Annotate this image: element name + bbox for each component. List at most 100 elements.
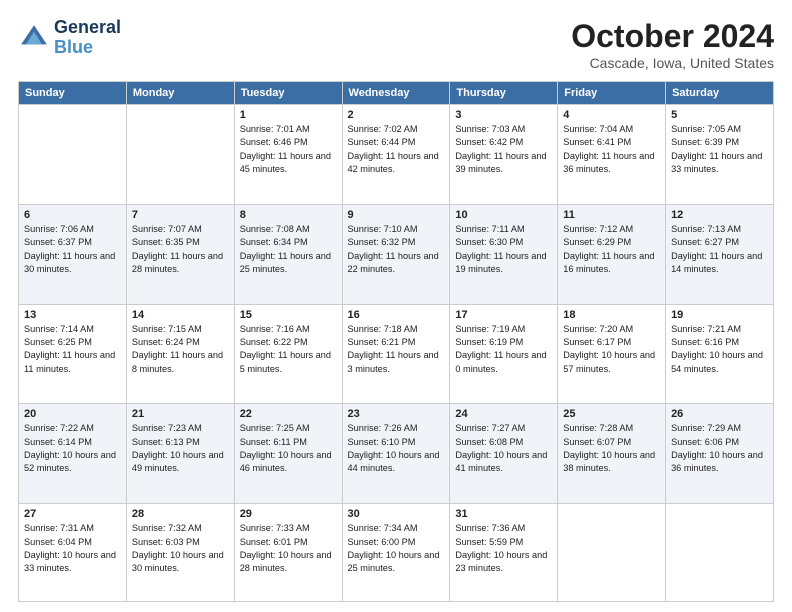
day-number: 21	[132, 408, 229, 420]
location: Cascade, Iowa, United States	[571, 55, 774, 71]
day-number: 4	[563, 109, 660, 121]
day-number: 29	[240, 508, 337, 520]
table-row	[19, 105, 127, 205]
day-info: Sunrise: 7:07 AM Sunset: 6:35 PM Dayligh…	[132, 223, 229, 276]
table-row: 30 Sunrise: 7:34 AM Sunset: 6:00 PM Dayli…	[342, 504, 450, 602]
day-info: Sunrise: 7:19 AM Sunset: 6:19 PM Dayligh…	[455, 323, 552, 376]
day-number: 6	[24, 209, 121, 221]
page: General Blue October 2024 Cascade, Iowa,…	[0, 0, 792, 612]
day-info: Sunrise: 7:11 AM Sunset: 6:30 PM Dayligh…	[455, 223, 552, 276]
logo-text: General Blue	[54, 18, 121, 58]
day-number: 30	[348, 508, 445, 520]
col-monday: Monday	[126, 82, 234, 105]
day-number: 18	[563, 309, 660, 321]
table-row: 17 Sunrise: 7:19 AM Sunset: 6:19 PM Dayli…	[450, 304, 558, 404]
day-number: 27	[24, 508, 121, 520]
day-number: 10	[455, 209, 552, 221]
day-info: Sunrise: 7:14 AM Sunset: 6:25 PM Dayligh…	[24, 323, 121, 376]
table-row: 18 Sunrise: 7:20 AM Sunset: 6:17 PM Dayli…	[558, 304, 666, 404]
day-number: 1	[240, 109, 337, 121]
day-info: Sunrise: 7:18 AM Sunset: 6:21 PM Dayligh…	[348, 323, 445, 376]
calendar-header-row: Sunday Monday Tuesday Wednesday Thursday…	[19, 82, 774, 105]
table-row: 20Sunrise: 7:22 AM Sunset: 6:14 PM Dayli…	[19, 404, 127, 504]
table-row: 5 Sunrise: 7:05 AM Sunset: 6:39 PM Daylig…	[666, 105, 774, 205]
day-info: Sunrise: 7:27 AM Sunset: 6:08 PM Dayligh…	[455, 422, 552, 475]
day-info: Sunrise: 7:23 AM Sunset: 6:13 PM Dayligh…	[132, 422, 229, 475]
day-number: 7	[132, 209, 229, 221]
col-wednesday: Wednesday	[342, 82, 450, 105]
day-info: Sunrise: 7:16 AM Sunset: 6:22 PM Dayligh…	[240, 323, 337, 376]
table-row: 3Sunrise: 7:03 AM Sunset: 6:42 PM Daylig…	[450, 105, 558, 205]
day-info: Sunrise: 7:34 AM Sunset: 6:00 PM Dayligh…	[348, 522, 445, 575]
table-row: 26 Sunrise: 7:29 AM Sunset: 6:06 PM Dayli…	[666, 404, 774, 504]
table-row: 29 Sunrise: 7:33 AM Sunset: 6:01 PM Dayli…	[234, 504, 342, 602]
table-row: 13 Sunrise: 7:14 AM Sunset: 6:25 PM Dayli…	[19, 304, 127, 404]
day-info: Sunrise: 7:36 AM Sunset: 5:59 PM Dayligh…	[455, 522, 552, 575]
table-row: 9 Sunrise: 7:10 AM Sunset: 6:32 PM Daylig…	[342, 204, 450, 304]
day-info: Sunrise: 7:05 AM Sunset: 6:39 PM Dayligh…	[671, 123, 768, 176]
day-number: 26	[671, 408, 768, 420]
day-info: Sunrise: 7:33 AM Sunset: 6:01 PM Dayligh…	[240, 522, 337, 575]
day-number: 14	[132, 309, 229, 321]
day-info: Sunrise: 7:08 AM Sunset: 6:34 PM Dayligh…	[240, 223, 337, 276]
table-row: 31 Sunrise: 7:36 AM Sunset: 5:59 PM Dayli…	[450, 504, 558, 602]
day-info: Sunrise: 7:28 AM Sunset: 6:07 PM Dayligh…	[563, 422, 660, 475]
day-number: 22	[240, 408, 337, 420]
table-row: 25 Sunrise: 7:28 AM Sunset: 6:07 PM Dayli…	[558, 404, 666, 504]
table-row: 10 Sunrise: 7:11 AM Sunset: 6:30 PM Dayli…	[450, 204, 558, 304]
table-row: 6 Sunrise: 7:06 AM Sunset: 6:37 PM Daylig…	[19, 204, 127, 304]
day-info: Sunrise: 7:32 AM Sunset: 6:03 PM Dayligh…	[132, 522, 229, 575]
day-number: 24	[455, 408, 552, 420]
day-number: 5	[671, 109, 768, 121]
header: General Blue October 2024 Cascade, Iowa,…	[18, 18, 774, 71]
day-info: Sunrise: 7:10 AM Sunset: 6:32 PM Dayligh…	[348, 223, 445, 276]
col-thursday: Thursday	[450, 82, 558, 105]
table-row: 21 Sunrise: 7:23 AM Sunset: 6:13 PM Dayli…	[126, 404, 234, 504]
table-row: 15 Sunrise: 7:16 AM Sunset: 6:22 PM Dayli…	[234, 304, 342, 404]
day-info: Sunrise: 7:06 AM Sunset: 6:37 PM Dayligh…	[24, 223, 121, 276]
table-row: 12Sunrise: 7:13 AM Sunset: 6:27 PM Dayli…	[666, 204, 774, 304]
day-number: 2	[348, 109, 445, 121]
day-info: Sunrise: 7:31 AM Sunset: 6:04 PM Dayligh…	[24, 522, 121, 575]
table-row: 1 Sunrise: 7:01 AM Sunset: 6:46 PM Daylig…	[234, 105, 342, 205]
table-row: 7 Sunrise: 7:07 AM Sunset: 6:35 PM Daylig…	[126, 204, 234, 304]
day-number: 16	[348, 309, 445, 321]
calendar-week-row: 13 Sunrise: 7:14 AM Sunset: 6:25 PM Dayli…	[19, 304, 774, 404]
day-number: 15	[240, 309, 337, 321]
day-number: 9	[348, 209, 445, 221]
table-row: 14Sunrise: 7:15 AM Sunset: 6:24 PM Dayli…	[126, 304, 234, 404]
calendar-week-row: 1 Sunrise: 7:01 AM Sunset: 6:46 PM Daylig…	[19, 105, 774, 205]
day-info: Sunrise: 7:20 AM Sunset: 6:17 PM Dayligh…	[563, 323, 660, 376]
day-number: 13	[24, 309, 121, 321]
day-number: 28	[132, 508, 229, 520]
table-row	[558, 504, 666, 602]
day-number: 8	[240, 209, 337, 221]
calendar-week-row: 6 Sunrise: 7:06 AM Sunset: 6:37 PM Daylig…	[19, 204, 774, 304]
day-info: Sunrise: 7:29 AM Sunset: 6:06 PM Dayligh…	[671, 422, 768, 475]
day-number: 11	[563, 209, 660, 221]
day-info: Sunrise: 7:13 AM Sunset: 6:27 PM Dayligh…	[671, 223, 768, 276]
logo-icon	[18, 22, 50, 54]
table-row: 8 Sunrise: 7:08 AM Sunset: 6:34 PM Daylig…	[234, 204, 342, 304]
day-info: Sunrise: 7:02 AM Sunset: 6:44 PM Dayligh…	[348, 123, 445, 176]
day-number: 31	[455, 508, 552, 520]
day-info: Sunrise: 7:26 AM Sunset: 6:10 PM Dayligh…	[348, 422, 445, 475]
day-info: Sunrise: 7:01 AM Sunset: 6:46 PM Dayligh…	[240, 123, 337, 176]
table-row: 11Sunrise: 7:12 AM Sunset: 6:29 PM Dayli…	[558, 204, 666, 304]
col-saturday: Saturday	[666, 82, 774, 105]
table-row	[666, 504, 774, 602]
logo: General Blue	[18, 18, 121, 58]
calendar-table: Sunday Monday Tuesday Wednesday Thursday…	[18, 81, 774, 602]
table-row: 19Sunrise: 7:21 AM Sunset: 6:16 PM Dayli…	[666, 304, 774, 404]
day-number: 25	[563, 408, 660, 420]
day-number: 23	[348, 408, 445, 420]
day-info: Sunrise: 7:21 AM Sunset: 6:16 PM Dayligh…	[671, 323, 768, 376]
table-row: 28 Sunrise: 7:32 AM Sunset: 6:03 PM Dayli…	[126, 504, 234, 602]
table-row: 4Sunrise: 7:04 AM Sunset: 6:41 PM Daylig…	[558, 105, 666, 205]
day-number: 17	[455, 309, 552, 321]
table-row: 2 Sunrise: 7:02 AM Sunset: 6:44 PM Daylig…	[342, 105, 450, 205]
month-title: October 2024	[571, 18, 774, 55]
table-row: 23 Sunrise: 7:26 AM Sunset: 6:10 PM Dayli…	[342, 404, 450, 504]
title-area: October 2024 Cascade, Iowa, United State…	[571, 18, 774, 71]
table-row: 27 Sunrise: 7:31 AM Sunset: 6:04 PM Dayli…	[19, 504, 127, 602]
